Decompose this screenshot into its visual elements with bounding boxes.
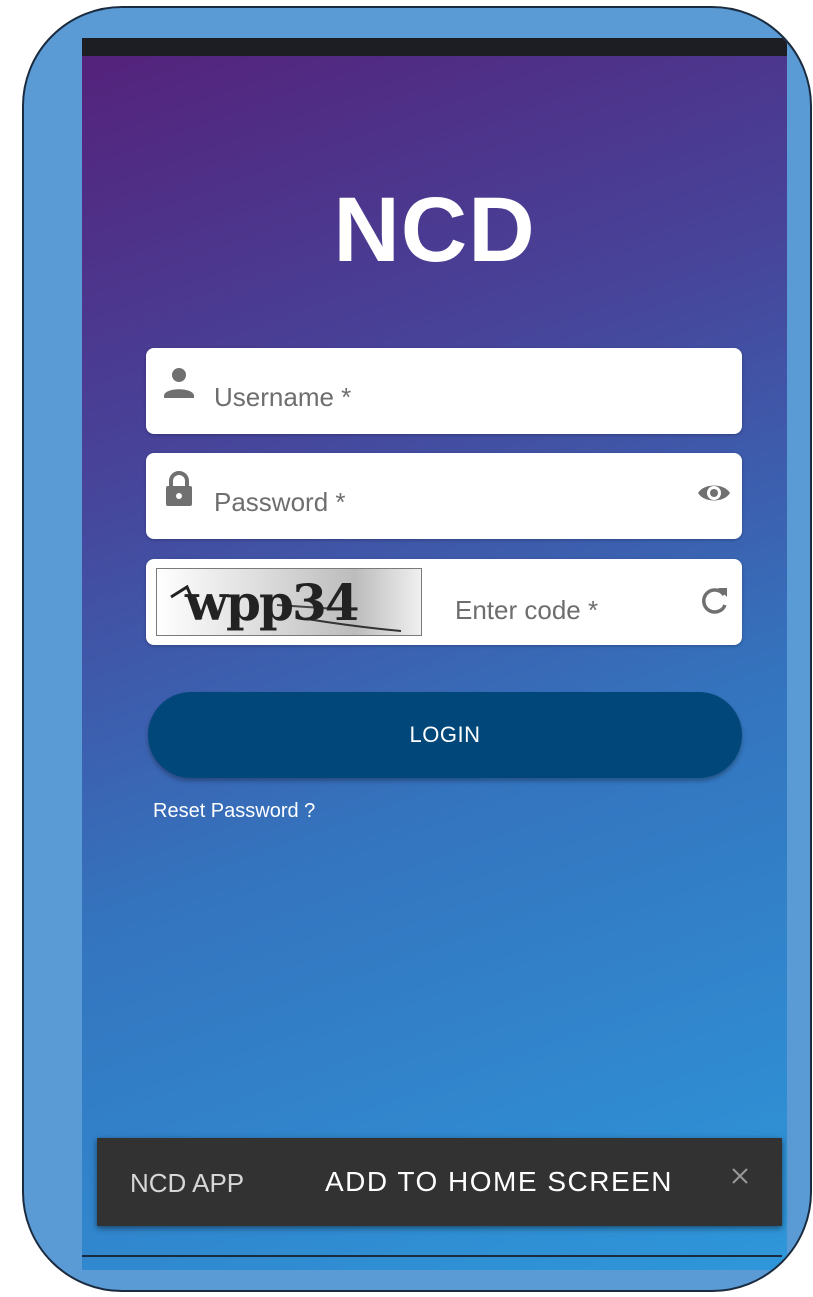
- add-to-home-button[interactable]: ADD TO HOME SCREEN: [325, 1166, 673, 1198]
- status-bar: [82, 38, 787, 56]
- divider: [82, 1255, 782, 1257]
- username-label: Username *: [214, 382, 352, 412]
- device-frame: NCD Username * Password * wpp34 Enter co…: [22, 6, 812, 1292]
- reset-password-link[interactable]: Reset Password ?: [153, 800, 315, 823]
- app-screen: NCD Username * Password * wpp34 Enter co…: [82, 38, 787, 1270]
- app-title: NCD: [333, 179, 536, 281]
- captcha-text: wpp34: [185, 573, 360, 632]
- install-banner: NCD APP ADD TO HOME SCREEN: [97, 1138, 782, 1226]
- code-label: Enter code *: [455, 595, 599, 625]
- username-field[interactable]: Username *: [146, 348, 742, 434]
- lock-icon: [162, 471, 196, 507]
- password-label: Password *: [214, 487, 346, 517]
- refresh-icon[interactable]: [696, 583, 732, 619]
- captcha-image: wpp34: [156, 568, 422, 636]
- captcha-field[interactable]: wpp34 Enter code *: [146, 559, 742, 645]
- close-icon[interactable]: [728, 1164, 752, 1188]
- eye-icon[interactable]: [696, 475, 732, 511]
- person-icon: [162, 366, 196, 402]
- login-button[interactable]: LOGIN: [148, 692, 742, 778]
- password-field[interactable]: Password *: [146, 453, 742, 539]
- banner-app-name: NCD APP: [130, 1168, 245, 1198]
